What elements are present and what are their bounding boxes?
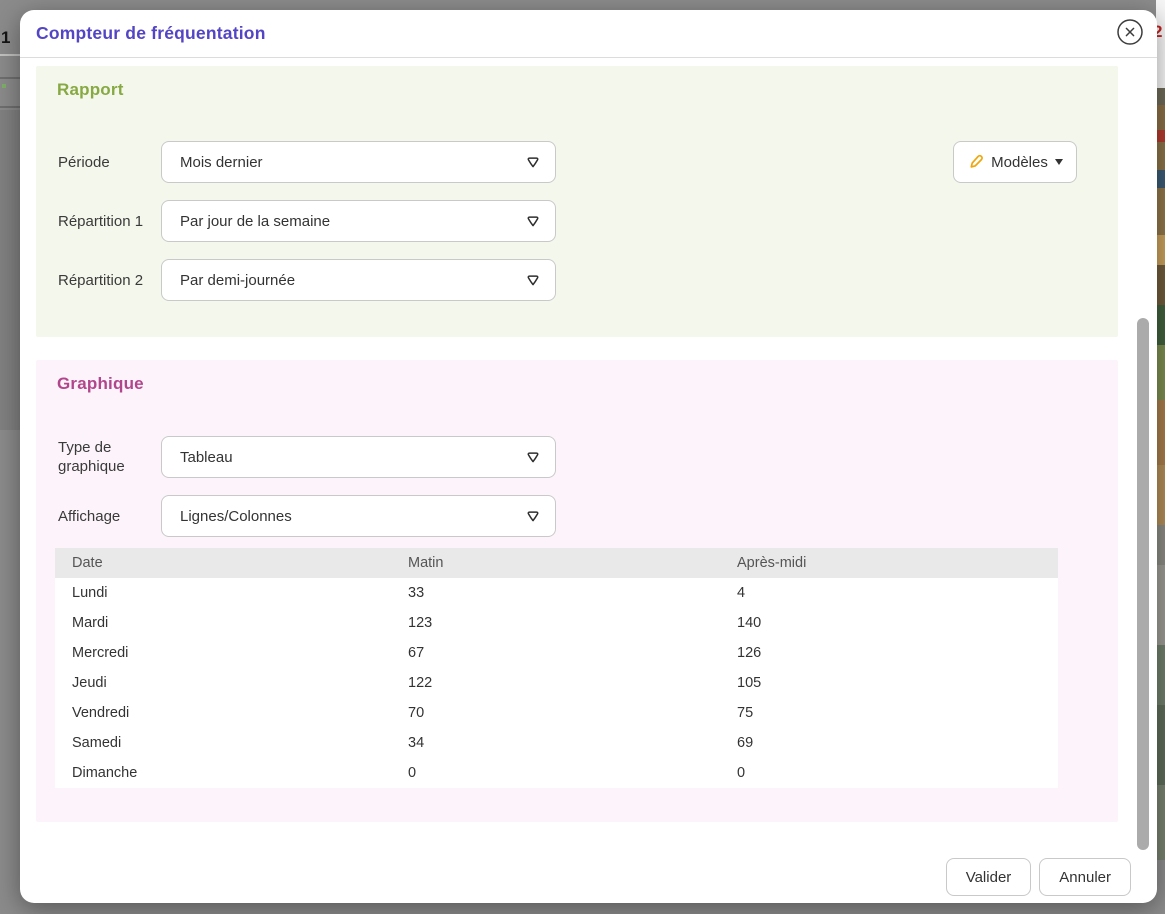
modeles-button-label: Modèles (991, 154, 1048, 171)
scrollbar-thumb[interactable] (1137, 318, 1149, 850)
repartition2-row: Répartition 2 Par demi-journée (58, 259, 1118, 301)
background-divider (0, 54, 20, 56)
repartition2-select[interactable]: Par demi-journée (161, 259, 556, 301)
table-cell: 0 (391, 758, 720, 788)
table-cell: 105 (720, 668, 1058, 698)
table-cell: Jeudi (55, 668, 391, 698)
pencil-icon (967, 153, 985, 171)
table-row: Lundi 33 4 (55, 578, 1058, 608)
rapport-heading: Rapport (57, 80, 1118, 100)
table-row: Mercredi 67 126 (55, 638, 1058, 668)
type-graphique-value: Tableau (180, 449, 233, 466)
table-row: Dimanche 0 0 (55, 758, 1058, 788)
affichage-select[interactable]: Lignes/Colonnes (161, 495, 556, 537)
modal-backdrop-left: 1 (0, 0, 20, 914)
affichage-row: Affichage Lignes/Colonnes (58, 495, 1118, 537)
table-cell: 69 (720, 728, 1058, 758)
graphique-heading: Graphique (57, 374, 1118, 394)
attendance-table: Date Matin Après-midi Lundi 33 4 Mardi 1… (55, 548, 1058, 788)
type-graphique-select[interactable]: Tableau (161, 436, 556, 478)
table-row: Samedi 34 69 (55, 728, 1058, 758)
table-header-row: Date Matin Après-midi (55, 548, 1058, 578)
section-rapport: Rapport Période Mois dernier Répartition… (36, 66, 1118, 337)
periode-select[interactable]: Mois dernier (161, 141, 556, 183)
background-panel-fragment (0, 110, 20, 430)
attendance-counter-modal: Compteur de fréquentation Rapport Périod… (20, 10, 1157, 903)
periode-value: Mois dernier (180, 154, 263, 171)
table-cell: 122 (391, 668, 720, 698)
modal-title: Compteur de fréquentation (36, 23, 266, 44)
table-cell: 123 (391, 608, 720, 638)
table-cell: 0 (720, 758, 1058, 788)
repartition2-label: Répartition 2 (58, 271, 161, 290)
table-cell: 4 (720, 578, 1058, 608)
annuler-button[interactable]: Annuler (1039, 858, 1131, 896)
table-header-apres-midi: Après-midi (720, 548, 1058, 578)
table-cell: 67 (391, 638, 720, 668)
valider-button[interactable]: Valider (946, 858, 1032, 896)
repartition1-row: Répartition 1 Par jour de la semaine (58, 200, 1118, 242)
close-icon (1115, 35, 1145, 50)
table-cell: Vendredi (55, 698, 391, 728)
repartition2-value: Par demi-journée (180, 272, 295, 289)
background-page-sliver: 2 (1156, 0, 1165, 914)
dropdown-arrow-icon (525, 154, 541, 170)
table-row: Jeudi 122 105 (55, 668, 1058, 698)
table-header: Date Matin Après-midi (55, 548, 1058, 578)
modal-footer: Valider Annuler (36, 858, 1131, 896)
dropdown-arrow-icon (525, 272, 541, 288)
modal-body: Rapport Période Mois dernier Répartition… (20, 66, 1157, 896)
affichage-label: Affichage (58, 507, 161, 526)
modal-header: Compteur de fréquentation (20, 10, 1157, 58)
table-cell: Mardi (55, 608, 391, 638)
repartition1-value: Par jour de la semaine (180, 213, 330, 230)
table-header-matin: Matin (391, 548, 720, 578)
table-cell: 34 (391, 728, 720, 758)
table-row: Mardi 123 140 (55, 608, 1058, 638)
section-graphique: Graphique Type de graphique Tableau Affi… (36, 360, 1118, 822)
table-header-date: Date (55, 548, 391, 578)
background-color-fragment (2, 84, 6, 88)
table-cell: 33 (391, 578, 720, 608)
table-cell: Lundi (55, 578, 391, 608)
table-cell: 140 (720, 608, 1058, 638)
dropdown-arrow-icon (525, 508, 541, 524)
table-cell: Mercredi (55, 638, 391, 668)
dropdown-arrow-icon (525, 213, 541, 229)
type-graphique-row: Type de graphique Tableau (58, 436, 1118, 478)
repartition1-select[interactable]: Par jour de la semaine (161, 200, 556, 242)
close-button[interactable] (1115, 17, 1145, 47)
table-cell: 126 (720, 638, 1058, 668)
caret-down-icon (1055, 159, 1063, 165)
background-divider (0, 77, 20, 79)
table-cell: Samedi (55, 728, 391, 758)
dropdown-arrow-icon (525, 449, 541, 465)
repartition1-label: Répartition 1 (58, 212, 161, 231)
table-cell: 70 (391, 698, 720, 728)
table-cell: 75 (720, 698, 1058, 728)
background-divider (0, 106, 20, 108)
table-row: Vendredi 70 75 (55, 698, 1058, 728)
table-cell: Dimanche (55, 758, 391, 788)
affichage-value: Lignes/Colonnes (180, 508, 292, 525)
type-graphique-label: Type de graphique (58, 438, 161, 476)
modeles-button[interactable]: Modèles (953, 141, 1077, 183)
periode-label: Période (58, 153, 161, 172)
table-body: Lundi 33 4 Mardi 123 140 Mercredi 67 126 (55, 578, 1058, 788)
background-text-fragment: 1 (1, 28, 10, 48)
